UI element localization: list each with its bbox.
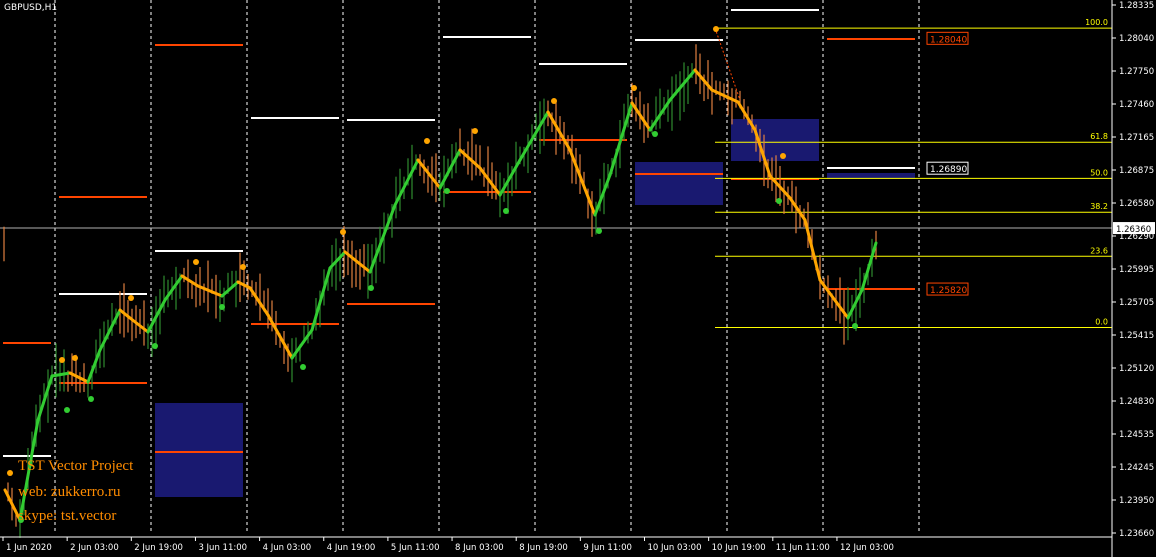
level-price-label-0: 1.28040 xyxy=(930,35,967,45)
time-label-10: 10 Jun 03:00 xyxy=(648,543,702,553)
wave-segment-45 xyxy=(860,241,878,292)
wave-segment-17 xyxy=(290,328,314,360)
wave-segment-30 xyxy=(568,148,597,217)
wave-segment-6 xyxy=(98,308,122,352)
level-price-label-2: 1.25820 xyxy=(930,286,967,296)
time-label-12: 11 Jun 11:00 xyxy=(776,543,830,553)
sd-zone-2 xyxy=(731,119,819,161)
time-label-8: 8 Jun 19:00 xyxy=(519,543,568,553)
swing-high-dot-5 xyxy=(240,264,246,270)
wave-segment-25 xyxy=(458,148,482,170)
price-tick-label-4: 1.27165 xyxy=(1119,133,1154,143)
wave-segment-20 xyxy=(343,250,372,274)
swing-high-dot-10 xyxy=(631,85,637,91)
swing-high-dot-7 xyxy=(424,138,430,144)
price-tick-label-15: 1.23950 xyxy=(1119,496,1154,506)
price-chart[interactable]: 100.0 61.8 50.0 38.2 23.6 0.0 1.28335 1.28040 1.… xyxy=(0,0,1156,557)
price-tick-label-6: 1.26580 xyxy=(1119,199,1154,209)
swing-high-dot-11 xyxy=(713,26,719,32)
swing-low-dot-11 xyxy=(776,198,782,204)
swing-high-dot-9 xyxy=(551,98,557,104)
wave-segment-15 xyxy=(248,286,270,317)
price-tick-label-2: 1.27750 xyxy=(1119,67,1154,77)
time-label-3: 3 Jun 11:00 xyxy=(198,543,247,553)
wave-segment-4 xyxy=(68,371,90,384)
fib-label-0: 100.0 xyxy=(1085,18,1108,27)
swing-low-dot-8 xyxy=(503,208,509,214)
wave-segment-8 xyxy=(128,316,150,334)
wave-segment-27 xyxy=(498,158,522,197)
sd-zone-0 xyxy=(155,403,243,497)
swing-low-dot-7 xyxy=(444,188,450,194)
wave-segment-26 xyxy=(478,166,502,197)
swing-high-dot-6 xyxy=(340,229,346,235)
wave-segment-12 xyxy=(196,284,224,298)
time-label-0: 1 Jun 2020 xyxy=(6,543,52,553)
fib-label-5: 0.0 xyxy=(1095,317,1108,326)
sd-zone-1 xyxy=(635,162,723,205)
price-tick-label-9: 1.25705 xyxy=(1119,298,1154,308)
swing-low-dot-2 xyxy=(88,396,94,402)
time-label-2: 2 Jun 19:00 xyxy=(134,543,183,553)
swing-low-dot-5 xyxy=(300,364,306,370)
swing-high-dot-8 xyxy=(472,128,478,134)
wave-segment-42 xyxy=(803,218,822,282)
time-label-4: 4 Jun 03:00 xyxy=(263,543,312,553)
current-price-label: 1.26360 xyxy=(1116,225,1151,235)
fib-label-3: 38.2 xyxy=(1090,202,1108,211)
time-label-1: 2 Jun 03:00 xyxy=(70,543,119,553)
swing-low-dot-10 xyxy=(652,131,658,137)
wave-segment-5 xyxy=(86,348,102,384)
price-tick-label-16: 1.23660 xyxy=(1119,529,1154,539)
swing-low-dot-9 xyxy=(596,228,602,234)
swing-low-dot-3 xyxy=(152,343,158,349)
wave-segment-35 xyxy=(668,68,697,102)
price-tick-label-11: 1.25120 xyxy=(1119,364,1154,374)
wave-segment-24 xyxy=(438,148,462,190)
swing-high-dot-12 xyxy=(780,153,786,159)
fib-label-4: 23.6 xyxy=(1090,246,1108,255)
watermark-line-1: TST Vector Project xyxy=(18,458,134,474)
swing-high-dot-4 xyxy=(193,259,199,265)
wave-segment-23 xyxy=(416,158,442,190)
fib-label-2: 50.0 xyxy=(1090,168,1108,177)
price-tick-label-14: 1.24245 xyxy=(1119,463,1154,473)
swing-low-dot-1 xyxy=(64,407,70,413)
wave-segment-22 xyxy=(393,158,420,207)
swing-low-dot-4 xyxy=(219,304,225,310)
time-label-11: 10 Jun 19:00 xyxy=(712,543,766,553)
price-tick-label-10: 1.25415 xyxy=(1119,331,1154,341)
wave-segment-31 xyxy=(593,173,612,217)
wave-segment-16 xyxy=(266,313,294,360)
price-tick-label-13: 1.24535 xyxy=(1119,430,1154,440)
wave-segment-21 xyxy=(368,203,397,274)
swing-high-dot-3 xyxy=(128,295,134,301)
fib-label-1: 61.8 xyxy=(1090,132,1108,141)
price-tick-label-12: 1.24830 xyxy=(1119,397,1154,407)
wave-segment-18 xyxy=(310,266,332,332)
price-tick-label-5: 1.26875 xyxy=(1119,166,1154,176)
time-label-13: 12 Jun 03:00 xyxy=(840,543,894,553)
time-label-7: 8 Jun 03:00 xyxy=(455,543,504,553)
level-price-label-1: 1.26890 xyxy=(930,165,967,175)
swing-high-dot-0 xyxy=(7,470,13,476)
time-label-9: 9 Jun 11:00 xyxy=(583,543,632,553)
watermark-line-3: skype: tst.vector xyxy=(18,508,117,524)
swing-low-dot-6 xyxy=(368,285,374,291)
wave-segment-37 xyxy=(710,88,740,104)
price-tick-label-8: 1.25995 xyxy=(1119,265,1154,275)
price-tick-label-1: 1.28040 xyxy=(1119,34,1154,44)
symbol-title: GBPUSD,H1 xyxy=(4,3,58,13)
time-label-6: 5 Jun 11:00 xyxy=(391,543,440,553)
price-tick-label-0: 1.28335 xyxy=(1119,1,1154,11)
wave-segment-29 xyxy=(546,110,572,152)
wave-segment-33 xyxy=(630,101,652,132)
time-label-5: 4 Jun 19:00 xyxy=(327,543,376,553)
swing-high-dot-2 xyxy=(72,355,78,361)
swing-low-dot-12 xyxy=(852,323,858,329)
price-tick-label-3: 1.27460 xyxy=(1119,100,1154,110)
swing-high-dot-1 xyxy=(59,357,65,363)
watermark-line-2: web: zukkerro.ru xyxy=(18,484,121,500)
chart-window[interactable]: 100.0 61.8 50.0 38.2 23.6 0.0 1.28335 1.28040 1.… xyxy=(0,0,1156,557)
